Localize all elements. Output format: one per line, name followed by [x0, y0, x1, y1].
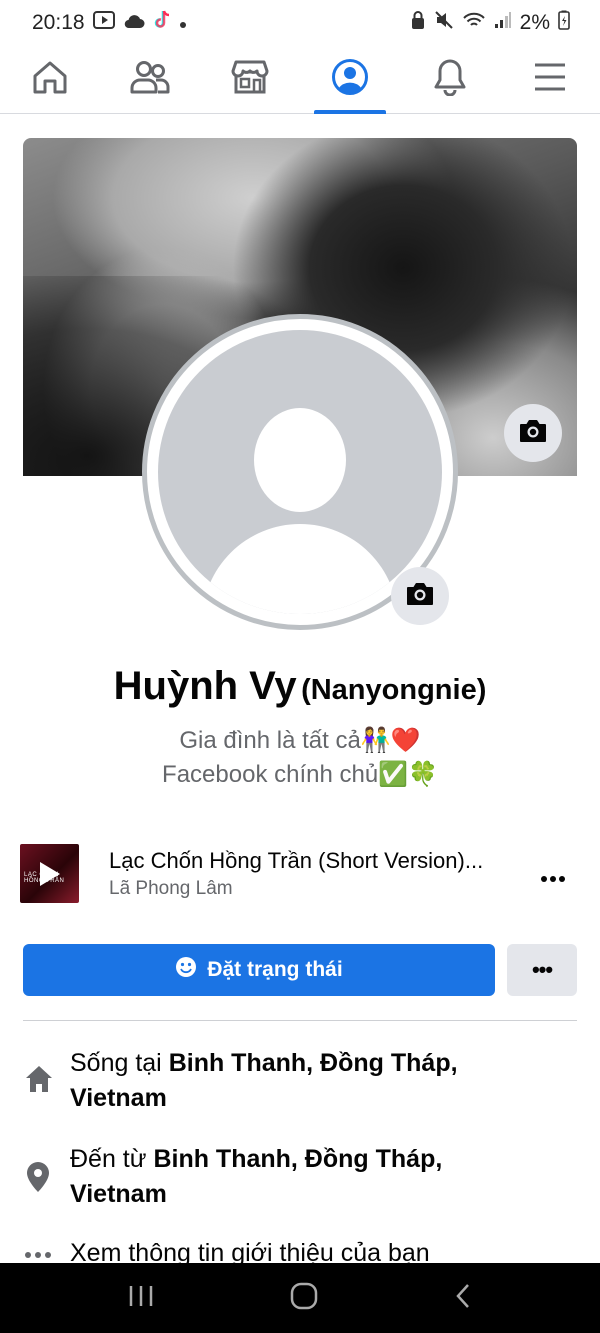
- wifi-icon: [462, 10, 486, 36]
- more-dots-label: •••: [531, 957, 553, 982]
- avatar-placeholder-head: [254, 408, 346, 512]
- music-album-art[interactable]: LẠC CHỐN HỒNG TRẦN: [20, 844, 79, 903]
- location-pin-icon: [24, 1160, 52, 1199]
- menu-icon: [533, 62, 567, 97]
- play-icon: [40, 862, 60, 886]
- back-button[interactable]: [454, 1283, 472, 1314]
- menu-tab[interactable]: [500, 46, 600, 113]
- profile-name: Huỳnh Vy: [113, 664, 297, 708]
- camera-icon: [518, 418, 548, 449]
- lives-in-info[interactable]: Sống tại Binh Thanh, Đồng Tháp, Vietnam: [70, 1046, 500, 1116]
- home-tab[interactable]: [0, 46, 100, 113]
- youtube-icon: [92, 11, 115, 35]
- bio-line-1: Gia đình là tất cả👫❤️: [179, 727, 421, 754]
- profile-tab[interactable]: [300, 46, 400, 114]
- notification-dot-icon: [179, 11, 187, 35]
- status-bar: 20:18 2%: [0, 0, 600, 46]
- profile-picture[interactable]: [158, 330, 442, 614]
- smiley-icon: [175, 956, 197, 984]
- profile-music[interactable]: LẠC CHỐN HỒNG TRẦN Lạc Chốn Hồng Trần (S…: [20, 844, 580, 904]
- bell-icon: [432, 58, 468, 101]
- profile-alternate-name: (Nanyongnie): [301, 674, 487, 706]
- battery-percent: 2%: [519, 11, 550, 34]
- from-info[interactable]: Đến từ Binh Thanh, Đồng Tháp, Vietnam: [70, 1142, 500, 1212]
- set-status-label: Đặt trạng thái: [207, 958, 343, 981]
- avatar-placeholder-body: [202, 524, 398, 614]
- notifications-tab[interactable]: [400, 46, 500, 113]
- mute-icon: [434, 10, 454, 36]
- more-dots-icon: [541, 876, 565, 882]
- music-artist: Lã Phong Lâm: [109, 878, 233, 899]
- marketplace-icon: [231, 59, 269, 100]
- battery-icon: [558, 10, 570, 36]
- profile-icon: [331, 58, 369, 101]
- home-icon: [24, 1064, 54, 1099]
- more-dots-icon: [24, 1246, 52, 1264]
- top-nav: [0, 46, 600, 114]
- home-icon: [31, 59, 69, 100]
- profile-more-button[interactable]: •••: [507, 944, 577, 996]
- tiktok-icon: [153, 10, 171, 36]
- camera-icon: [405, 581, 435, 612]
- marketplace-tab[interactable]: [200, 46, 300, 113]
- system-nav-bar: [0, 1263, 600, 1333]
- section-divider: [23, 1020, 577, 1021]
- home-button[interactable]: [290, 1282, 318, 1315]
- music-title: Lạc Chốn Hồng Trần (Short Version)...: [109, 848, 484, 873]
- music-more-button[interactable]: [540, 862, 566, 890]
- friends-tab[interactable]: [100, 46, 200, 113]
- edit-profile-picture-button[interactable]: [391, 567, 449, 625]
- friends-icon: [130, 60, 170, 99]
- signal-icon: [494, 11, 512, 35]
- recent-apps-button[interactable]: [128, 1284, 154, 1313]
- edit-cover-button[interactable]: [504, 404, 562, 462]
- cloud-icon: [123, 11, 145, 35]
- status-time: 20:18: [32, 11, 85, 34]
- lives-in-prefix: Sống tại: [70, 1049, 169, 1077]
- from-prefix: Đến từ: [70, 1145, 154, 1173]
- bio-line-2: Facebook chính chủ✅🍀: [162, 761, 438, 788]
- lock-icon: [410, 10, 426, 36]
- set-status-button[interactable]: Đặt trạng thái: [23, 944, 495, 996]
- profile-name-row: Huỳnh Vy (Nanyongnie): [0, 664, 600, 709]
